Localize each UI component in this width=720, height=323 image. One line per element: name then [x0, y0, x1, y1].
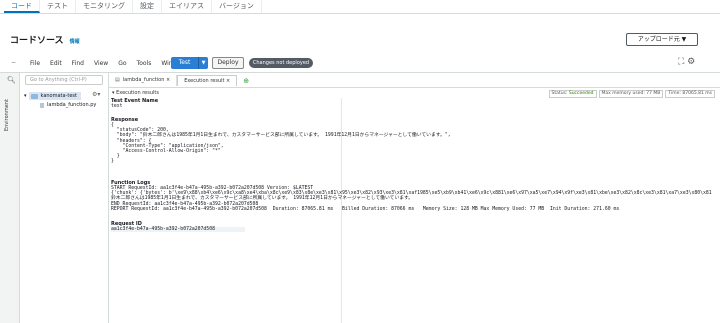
upload-from-button[interactable]: アップロード元 ▼ — [626, 33, 698, 46]
tree-file-row[interactable]: lambda_function.py — [40, 102, 96, 108]
response-line: "body": "鈴木二郎さんは1985年1月1日生まれで、カスタマーサービス部… — [111, 133, 451, 139]
time-badge: Time: 87065.81 ms — [665, 90, 715, 98]
file-icon — [40, 102, 44, 108]
execution-results-title[interactable]: ▾ Execution results — [112, 90, 159, 96]
menu-go[interactable]: Go — [113, 57, 131, 70]
request-id-value: aa1c3f4e-b47a-495b-a392-b072a207d508 — [111, 227, 245, 232]
ide-toolbar: − File Edit Find View Go Tools Window Te… — [0, 57, 720, 70]
file-name: lambda_function.py — [47, 102, 97, 108]
search-icon[interactable]: 🔍︎ — [7, 76, 16, 84]
request-id-section: Request ID aa1c3f4e-b47a-495b-a392-b072a… — [111, 221, 245, 232]
left-strip: 🔍︎ Environment — [0, 73, 20, 323]
environment-tab[interactable]: Environment — [4, 91, 10, 131]
top-tab-bar: コード テスト モニタリング 設定 エイリアス バージョン — [0, 0, 720, 14]
file-tree: ▾ kanomata-test ⚙▾ lambda_function.py — [20, 87, 108, 323]
caret-down-icon[interactable]: ▾ — [24, 93, 27, 99]
editor-area: ▤ lambda_function × Execution result × ⊕ … — [108, 73, 720, 323]
fullscreen-settings-icons[interactable]: ⛶ ⚙ — [678, 57, 695, 67]
test-event-value: test — [111, 104, 123, 109]
status-badge: Status: Succeeded — [548, 90, 597, 98]
add-tab-icon[interactable]: ⊕ — [243, 77, 249, 85]
tab-code[interactable]: コード — [4, 0, 40, 13]
deploy-button[interactable]: Deploy — [212, 57, 244, 69]
function-logs-section: Function Logs START RequestId: aa1c3f4e-… — [111, 180, 712, 212]
ide-body: 🔍︎ Environment Go to Anything (Ctrl-P) ▾… — [0, 72, 720, 323]
tab-versions[interactable]: バージョン — [212, 0, 262, 13]
max-memory-badge: Max memory used: 77 MB — [598, 90, 664, 98]
response-section: Response { "statusCode": 200, "body": "鈴… — [111, 117, 451, 165]
gear-icon[interactable]: ⚙▾ — [92, 91, 100, 98]
response-line: } — [111, 159, 114, 165]
collapse-icon[interactable]: − — [11, 59, 16, 66]
test-button[interactable]: Test ▼ — [171, 57, 208, 69]
status-value: Succeeded — [568, 91, 594, 96]
tab-monitoring[interactable]: モニタリング — [76, 0, 133, 13]
folder-icon — [30, 93, 38, 99]
test-button-label[interactable]: Test — [171, 57, 198, 69]
tab-lambda-function[interactable]: ▤ lambda_function × — [109, 75, 178, 86]
test-event-section: Test Event Name test — [111, 98, 158, 109]
changes-not-deployed-badge: Changes not deployed — [249, 58, 313, 68]
execution-result-panel: ▾ Execution results Status: Succeeded Ma… — [109, 87, 720, 323]
ide-menu-bar: File Edit Find View Go Tools Window — [25, 57, 190, 70]
editor-tab-bar: ▤ lambda_function × Execution result × ⊕ — [109, 75, 249, 86]
file-icon: ▤ — [115, 77, 120, 83]
chevron-down-icon[interactable]: ▼ — [198, 57, 208, 69]
tab-label: lambda_function × — [122, 77, 171, 83]
menu-tools[interactable]: Tools — [132, 57, 157, 70]
tab-execution-result[interactable]: Execution result × — [177, 75, 238, 86]
info-link[interactable]: 情報 — [70, 38, 80, 45]
status-row: Status: Succeeded Max memory used: 77 MB… — [548, 90, 715, 98]
status-label: Status: — [551, 91, 568, 96]
menu-file[interactable]: File — [25, 57, 45, 70]
menu-view[interactable]: View — [89, 57, 113, 70]
tab-test[interactable]: テスト — [40, 0, 76, 13]
tab-aliases[interactable]: エイリアス — [162, 0, 212, 13]
tab-configuration[interactable]: 設定 — [133, 0, 162, 13]
menu-edit[interactable]: Edit — [45, 57, 67, 70]
folder-name: kanomata-test — [40, 93, 77, 99]
tree-folder-row[interactable]: ▾ kanomata-test — [24, 92, 81, 100]
code-source-header: コードソース 情報 — [10, 33, 80, 46]
page-title: コードソース — [10, 36, 64, 46]
go-to-anything-input[interactable]: Go to Anything (Ctrl-P) — [25, 75, 103, 85]
log-line: REPORT RequestId: aa1c3f4e-b47a-495b-a39… — [111, 206, 620, 212]
menu-find[interactable]: Find — [67, 57, 89, 70]
